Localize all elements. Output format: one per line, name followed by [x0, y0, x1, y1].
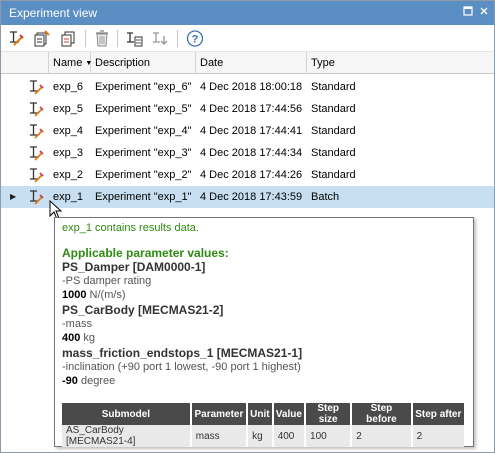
batch-header-unit: Unit — [247, 403, 274, 425]
batch-cell-submodel: AS_CarBody [MECMAS21-4] — [62, 425, 192, 447]
batch-cell-step-after: 2 — [411, 425, 464, 447]
param-value-line: 400 kg — [62, 332, 95, 344]
tooltip-heading: Applicable parameter values: — [62, 246, 229, 260]
param-value: 1000 — [62, 289, 87, 301]
table-row[interactable]: exp_2 Experiment "exp_2" 4 Dec 2018 17:44:… — [1, 164, 494, 186]
cell-date: 4 Dec 2018 17:44:26 — [200, 169, 303, 181]
column-header-description[interactable]: Description — [91, 52, 196, 74]
batch-header-parameter: Parameter — [190, 403, 249, 425]
batch-header-value: Value — [272, 403, 307, 425]
param-value: 400 — [62, 332, 81, 344]
table-row[interactable]: exp_4 Experiment "exp_4" 4 Dec 2018 17:44:… — [1, 120, 494, 142]
help-glyph: ? — [192, 34, 199, 46]
cell-name: exp_2 — [53, 169, 83, 181]
experiment-icon — [27, 166, 45, 184]
export-experiment-icon[interactable] — [149, 28, 171, 49]
experiment-icon — [27, 188, 45, 206]
param-title: PS_Damper [DAM0000-1] — [62, 260, 206, 274]
toolbar-separator — [117, 30, 118, 47]
batch-header-step-size: Step size — [305, 403, 353, 425]
param-value-line: 1000 N/(m/s) — [62, 289, 126, 301]
param-title: PS_CarBody [MECMAS21-2] — [62, 303, 224, 317]
column-header-type[interactable]: Type — [307, 52, 494, 74]
current-row-indicator-icon: ▶ — [10, 192, 17, 201]
column-header-name-label: Name — [53, 57, 83, 69]
experiment-tooltip: exp_1 contains results data. Applicable … — [54, 217, 474, 447]
param-description: -PS damper rating — [62, 275, 152, 287]
experiment-icon — [27, 122, 45, 140]
toolbar-separator — [85, 30, 86, 47]
cell-name: exp_6 — [53, 81, 83, 93]
maximize-icon[interactable] — [462, 6, 474, 18]
cell-description: Experiment "exp_6" — [95, 81, 192, 93]
batch-table-header-row: Submodel Parameter Unit Value Step size … — [62, 403, 464, 425]
cell-type: Standard — [311, 147, 356, 159]
cell-name: exp_5 — [53, 103, 83, 115]
tooltip-summary: exp_1 contains results data. — [62, 222, 199, 234]
new-batch-experiment-icon[interactable] — [31, 28, 53, 49]
param-value-line: -90 degree — [62, 375, 115, 387]
help-icon[interactable]: ? — [184, 28, 206, 49]
header-blank — [1, 52, 49, 74]
column-header-date[interactable]: Date — [196, 52, 307, 74]
batch-cell-step-size: 100 — [305, 425, 353, 447]
cell-type: Standard — [311, 125, 356, 137]
param-unit: kg — [83, 332, 96, 344]
copy-to-experiment-icon[interactable] — [123, 28, 145, 49]
batch-header-step-before: Step before — [351, 403, 413, 425]
cell-date: 4 Dec 2018 17:44:34 — [200, 147, 303, 159]
cell-date: 4 Dec 2018 17:44:41 — [200, 125, 303, 137]
batch-header-step-after: Step after — [411, 403, 464, 425]
column-header-date-label: Date — [200, 57, 224, 69]
experiment-icon — [27, 144, 45, 162]
cell-name: exp_3 — [53, 147, 83, 159]
table-row[interactable]: ▶ exp_1 Experiment "exp_1" 4 Dec 2018 17:43… — [1, 186, 494, 208]
cell-date: 4 Dec 2018 17:44:56 — [200, 103, 303, 115]
column-header-type-label: Type — [311, 57, 335, 69]
column-header-name[interactable]: Name ▼ — [49, 52, 92, 74]
param-description: -inclination (+90 port 1 lowest, -90 por… — [62, 361, 301, 373]
table-header: Name ▼ Description Date Type — [1, 52, 494, 74]
new-experiment-icon[interactable] — [5, 28, 27, 49]
batch-table-row: AS_CarBody [MECMAS21-4] mass kg 400 100 … — [62, 425, 464, 447]
batch-experiment-icon[interactable] — [57, 28, 79, 49]
experiment-icon — [27, 100, 45, 118]
cell-type: Standard — [311, 103, 356, 115]
table-row[interactable]: exp_3 Experiment "exp_3" 4 Dec 2018 17:44:… — [1, 142, 494, 164]
experiment-icon — [27, 78, 45, 96]
cell-name: exp_4 — [53, 125, 83, 137]
batch-header-submodel: Submodel — [62, 403, 192, 425]
panel-title: Experiment view — [9, 6, 98, 20]
cell-type: Batch — [311, 191, 340, 203]
delete-icon[interactable] — [91, 28, 113, 49]
panel-titlebar: Experiment view — [1, 1, 494, 25]
cell-date: 4 Dec 2018 18:00:18 — [200, 81, 303, 93]
cell-date: 4 Dec 2018 17:43:59 — [200, 191, 303, 203]
table-row[interactable]: exp_6 Experiment "exp_6" 4 Dec 2018 18:00:… — [1, 76, 494, 98]
toolbar: ? — [1, 25, 494, 52]
param-value: -90 — [62, 375, 78, 387]
table-row[interactable]: exp_5 Experiment "exp_5" 4 Dec 2018 17:44:… — [1, 98, 494, 120]
batch-parameter-table: Submodel Parameter Unit Value Step size … — [62, 403, 464, 447]
batch-cell-step-before: 2 — [351, 425, 413, 447]
cell-type: Standard — [311, 81, 356, 93]
batch-cell-value: 400 — [272, 425, 307, 447]
param-unit: degree — [80, 375, 116, 387]
param-description: -mass — [62, 318, 92, 330]
cell-description: Experiment "exp_2" — [95, 169, 192, 181]
cell-type: Standard — [311, 169, 356, 181]
experiment-view-panel: Experiment view ? Name ▼ Description Dat… — [0, 0, 495, 453]
cell-description: Experiment "exp_1" — [95, 191, 192, 203]
cell-description: Experiment "exp_5" — [95, 103, 192, 115]
cell-description: Experiment "exp_4" — [95, 125, 192, 137]
param-title: mass_friction_endstops_1 [MECMAS21-1] — [62, 346, 303, 360]
param-unit: N/(m/s) — [89, 289, 126, 301]
cell-description: Experiment "exp_3" — [95, 147, 192, 159]
batch-cell-unit: kg — [247, 425, 274, 447]
toolbar-separator — [177, 30, 178, 47]
batch-cell-parameter: mass — [190, 425, 249, 447]
column-header-description-label: Description — [95, 57, 151, 69]
close-icon[interactable] — [478, 6, 490, 18]
